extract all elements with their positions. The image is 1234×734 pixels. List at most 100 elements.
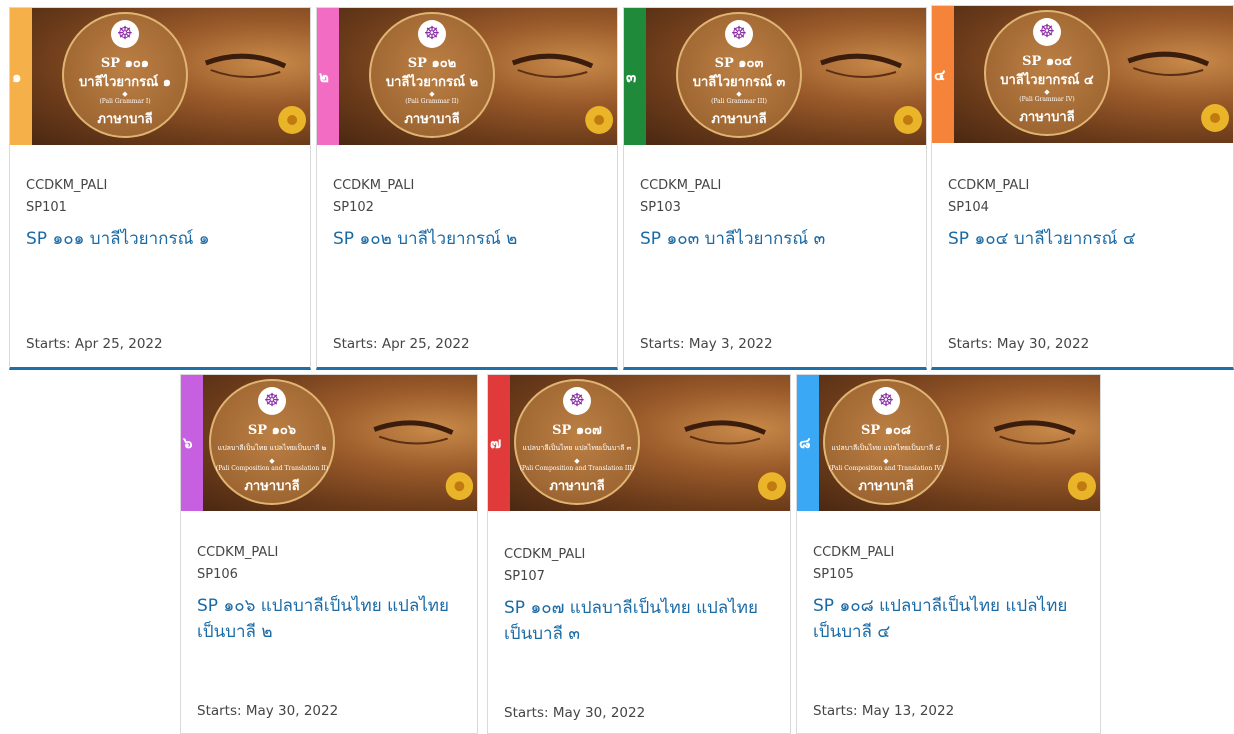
strip-number: ๑ bbox=[12, 67, 22, 86]
course-code: SP103 bbox=[640, 200, 681, 215]
course-banner-image[interactable]: ๔ ☸ SP ๑๐๔ บาลีไวยากรณ์ ๔ ◆ (Pali Gramma… bbox=[932, 6, 1233, 143]
course-title-link[interactable]: SP ๑๐๖ แปลบาลีเป็นไทย แปลไทยเป็นบาลี ๒ bbox=[197, 593, 463, 645]
color-strip: ๖ bbox=[181, 375, 203, 511]
medallion-subtitle: (Pali Composition and Translation III) bbox=[519, 465, 635, 472]
course-banner-image[interactable]: ๘ ☸ SP ๑๐๘ แปลบาลีเป็นไทย แปลไทยเป็นบาลี… bbox=[797, 375, 1100, 511]
medallion-subtitle: (Pali Composition and Translation IV) bbox=[828, 465, 944, 472]
medallion-language: ภาษาบาลี bbox=[549, 479, 605, 494]
medallion-language: ภาษาบาลี bbox=[97, 112, 153, 127]
medallion-subtitle: (Pali Grammar III) bbox=[711, 98, 767, 105]
course-org: CCDKM_PALI bbox=[813, 545, 895, 560]
color-strip: ๔ bbox=[932, 6, 954, 143]
course-card[interactable]: ๒ ☸ SP ๑๐๒ บาลีไวยากรณ์ ๒ ◆ (Pali Gramma… bbox=[316, 7, 618, 370]
course-code: SP104 bbox=[948, 200, 989, 215]
course-code: SP107 bbox=[504, 569, 545, 584]
dharma-wheel-icon: ☸ bbox=[725, 20, 753, 48]
medallion-code: SP ๑๐๘ bbox=[861, 423, 911, 438]
medallion-language: ภาษาบาลี bbox=[858, 479, 914, 494]
medallion-code: SP ๑๐๔ bbox=[1022, 54, 1072, 69]
dharma-wheel-icon: ☸ bbox=[418, 20, 446, 48]
color-strip: ๓ bbox=[624, 8, 646, 145]
course-org: CCDKM_PALI bbox=[197, 545, 279, 560]
course-title-link[interactable]: SP ๑๐๓ บาลีไวยากรณ์ ๓ bbox=[640, 226, 912, 252]
buddha-face-image: ☸ SP ๑๐๗ แปลบาลีเป็นไทย แปลไทยเป็นบาลี ๓… bbox=[510, 375, 790, 511]
buddha-face-image: ☸ SP ๑๐๓ บาลีไวยากรณ์ ๓ ◆ (Pali Grammar … bbox=[646, 8, 926, 145]
course-org: CCDKM_PALI bbox=[333, 178, 415, 193]
course-start-date: Starts: May 30, 2022 bbox=[948, 336, 1090, 352]
medallion-title: แปลบาลีเป็นไทย แปลไทยเป็นบาลี ๔ bbox=[831, 444, 941, 452]
course-code: SP105 bbox=[813, 567, 854, 582]
course-code: SP106 bbox=[197, 567, 238, 582]
medallion-title: แปลบาลีเป็นไทย แปลไทยเป็นบาลี ๓ bbox=[522, 444, 632, 452]
course-medallion: ☸ SP ๑๐๖ แปลบาลีเป็นไทย แปลไทยเป็นบาลี ๒… bbox=[209, 379, 335, 505]
diamond-icon: ◆ bbox=[574, 457, 580, 465]
medallion-code: SP ๑๐๑ bbox=[100, 56, 150, 71]
course-title-link[interactable]: SP ๑๐๗ แปลบาลีเป็นไทย แปลไทยเป็นบาลี ๓ bbox=[504, 595, 776, 647]
dharma-wheel-icon: ☸ bbox=[258, 387, 286, 415]
course-org: CCDKM_PALI bbox=[26, 178, 108, 193]
strip-number: ๘ bbox=[799, 434, 811, 452]
course-banner-image[interactable]: ๗ ☸ SP ๑๐๗ แปลบาลีเป็นไทย แปลไทยเป็นบาลี… bbox=[488, 375, 790, 511]
strip-number: ๗ bbox=[490, 434, 502, 452]
course-card[interactable]: ๘ ☸ SP ๑๐๘ แปลบาลีเป็นไทย แปลไทยเป็นบาลี… bbox=[796, 374, 1101, 734]
dharma-wheel-icon: ☸ bbox=[872, 387, 900, 415]
medallion-code: SP ๑๐๖ bbox=[247, 423, 297, 438]
course-title-link[interactable]: SP ๑๐๘ แปลบาลีเป็นไทย แปลไทยเป็นบาลี ๔ bbox=[813, 593, 1086, 645]
course-banner-image[interactable]: ๓ ☸ SP ๑๐๓ บาลีไวยากรณ์ ๓ ◆ (Pali Gramma… bbox=[624, 8, 926, 145]
course-card[interactable]: ๗ ☸ SP ๑๐๗ แปลบาลีเป็นไทย แปลไทยเป็นบาลี… bbox=[487, 374, 791, 734]
course-title-link[interactable]: SP ๑๐๑ บาลีไวยากรณ์ ๑ bbox=[26, 226, 296, 252]
course-title-link[interactable]: SP ๑๐๒ บาลีไวยากรณ์ ๒ bbox=[333, 226, 603, 252]
diamond-icon: ◆ bbox=[429, 90, 435, 98]
course-start-date: Starts: May 30, 2022 bbox=[504, 705, 646, 721]
course-org: CCDKM_PALI bbox=[640, 178, 722, 193]
medallion-subtitle: (Pali Grammar II) bbox=[405, 98, 459, 105]
dharma-wheel-icon: ☸ bbox=[563, 387, 591, 415]
course-medallion: ☸ SP ๑๐๗ แปลบาลีเป็นไทย แปลไทยเป็นบาลี ๓… bbox=[514, 379, 640, 505]
course-card[interactable]: ๔ ☸ SP ๑๐๔ บาลีไวยากรณ์ ๔ ◆ (Pali Gramma… bbox=[931, 5, 1234, 370]
course-org: CCDKM_PALI bbox=[948, 178, 1030, 193]
strip-number: ๒ bbox=[319, 67, 329, 86]
course-org: CCDKM_PALI bbox=[504, 547, 586, 562]
medallion-title: บาลีไวยากรณ์ ๒ bbox=[385, 75, 479, 90]
medallion-language: ภาษาบาลี bbox=[1019, 110, 1075, 125]
color-strip: ๘ bbox=[797, 375, 819, 511]
course-medallion: ☸ SP ๑๐๘ แปลบาลีเป็นไทย แปลไทยเป็นบาลี ๔… bbox=[823, 379, 949, 505]
course-start-date: Starts: May 13, 2022 bbox=[813, 703, 955, 719]
medallion-subtitle: (Pali Grammar IV) bbox=[1019, 96, 1075, 103]
buddha-face-image: ☸ SP ๑๐๘ แปลบาลีเป็นไทย แปลไทยเป็นบาลี ๔… bbox=[819, 375, 1100, 511]
course-banner-image[interactable]: ๒ ☸ SP ๑๐๒ บาลีไวยากรณ์ ๒ ◆ (Pali Gramma… bbox=[317, 8, 617, 145]
course-start-date: Starts: Apr 25, 2022 bbox=[26, 336, 163, 352]
course-card[interactable]: ๓ ☸ SP ๑๐๓ บาลีไวยากรณ์ ๓ ◆ (Pali Gramma… bbox=[623, 7, 927, 370]
medallion-title: บาลีไวยากรณ์ ๓ bbox=[692, 75, 786, 90]
medallion-title: บาลีไวยากรณ์ ๑ bbox=[79, 75, 171, 90]
diamond-icon: ◆ bbox=[122, 90, 128, 98]
medallion-subtitle: (Pali Grammar I) bbox=[99, 98, 151, 105]
buddha-face-image: ☸ SP ๑๐๑ บาลีไวยากรณ์ ๑ ◆ (Pali Grammar … bbox=[32, 8, 310, 145]
course-title-link[interactable]: SP ๑๐๔ บาลีไวยากรณ์ ๔ bbox=[948, 226, 1219, 252]
course-start-date: Starts: May 3, 2022 bbox=[640, 336, 773, 352]
course-medallion: ☸ SP ๑๐๒ บาลีไวยากรณ์ ๒ ◆ (Pali Grammar … bbox=[369, 12, 495, 138]
buddha-face-image: ☸ SP ๑๐๒ บาลีไวยากรณ์ ๒ ◆ (Pali Grammar … bbox=[339, 8, 617, 145]
medallion-language: ภาษาบาลี bbox=[244, 479, 300, 494]
course-code: SP101 bbox=[26, 200, 67, 215]
medallion-title: บาลีไวยากรณ์ ๔ bbox=[1000, 73, 1094, 88]
course-card[interactable]: ๑ ☸ SP ๑๐๑ บาลีไวยากรณ์ ๑ ◆ (Pali Gramma… bbox=[9, 7, 311, 370]
course-banner-image[interactable]: ๑ ☸ SP ๑๐๑ บาลีไวยากรณ์ ๑ ◆ (Pali Gramma… bbox=[10, 8, 310, 145]
medallion-code: SP ๑๐๗ bbox=[552, 423, 602, 438]
color-strip: ๑ bbox=[10, 8, 32, 145]
medallion-code: SP ๑๐๓ bbox=[714, 56, 764, 71]
course-banner-image[interactable]: ๖ ☸ SP ๑๐๖ แปลบาลีเป็นไทย แปลไทยเป็นบาลี… bbox=[181, 375, 477, 511]
course-code: SP102 bbox=[333, 200, 374, 215]
course-medallion: ☸ SP ๑๐๓ บาลีไวยากรณ์ ๓ ◆ (Pali Grammar … bbox=[676, 12, 802, 138]
diamond-icon: ◆ bbox=[736, 90, 742, 98]
strip-number: ๖ bbox=[183, 434, 193, 452]
course-start-date: Starts: May 30, 2022 bbox=[197, 703, 339, 719]
course-start-date: Starts: Apr 25, 2022 bbox=[333, 336, 470, 352]
medallion-language: ภาษาบาลี bbox=[404, 112, 460, 127]
course-card[interactable]: ๖ ☸ SP ๑๐๖ แปลบาลีเป็นไทย แปลไทยเป็นบาลี… bbox=[180, 374, 478, 734]
buddha-face-image: ☸ SP ๑๐๔ บาลีไวยากรณ์ ๔ ◆ (Pali Grammar … bbox=[954, 6, 1233, 143]
dharma-wheel-icon: ☸ bbox=[1033, 18, 1061, 46]
strip-number: ๓ bbox=[626, 67, 637, 86]
diamond-icon: ◆ bbox=[1044, 88, 1050, 96]
course-medallion: ☸ SP ๑๐๔ บาลีไวยากรณ์ ๔ ◆ (Pali Grammar … bbox=[984, 10, 1110, 136]
